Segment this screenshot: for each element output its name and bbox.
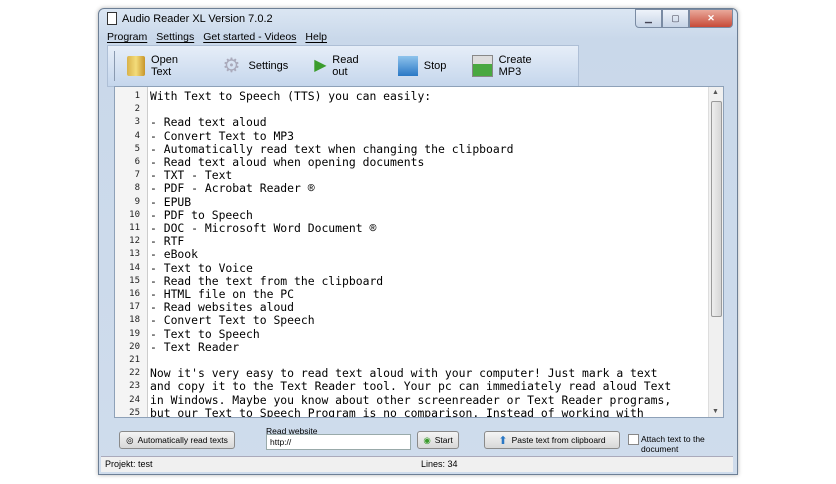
attach-text-label: Attach text to the document: [641, 434, 705, 454]
read-out-button[interactable]: ▶ Read out: [314, 54, 372, 78]
attach-text-checkbox[interactable]: [628, 434, 639, 445]
toolbar: Open Text ⚙ Settings ▶ Read out Stop Creat…: [107, 45, 579, 87]
line-number: 21: [129, 355, 140, 365]
text-line: - Text to Speech: [150, 326, 260, 341]
scrollbar-thumb[interactable]: [711, 101, 722, 317]
line-number: 11: [129, 223, 140, 233]
line-number: 9: [134, 196, 140, 207]
title-bar: Audio Reader XL Version 7.0.2: [107, 12, 273, 25]
status-bar: Projekt: test Lines: 34: [101, 456, 733, 472]
text-line: and copy it to the Text Reader tool. You…: [150, 379, 672, 394]
mp3-icon: [472, 55, 493, 77]
line-number: 22: [129, 368, 140, 379]
line-number: 4: [134, 130, 140, 141]
window-title: Audio Reader XL Version 7.0.2: [122, 12, 273, 25]
line-number: 5: [134, 143, 140, 154]
minimize-button[interactable]: ▁: [635, 9, 662, 28]
open-text-button[interactable]: Open Text: [126, 54, 197, 78]
start-button[interactable]: ◉ Start: [417, 431, 459, 449]
line-number: 14: [129, 262, 140, 273]
line-number: 19: [129, 328, 140, 339]
line-number: 6: [134, 157, 140, 167]
text-line: - Automatically read text when changing …: [150, 141, 514, 156]
text-line: - Text Reader: [150, 339, 240, 354]
line-number: 13: [129, 249, 140, 260]
stop-button[interactable]: Stop: [397, 56, 446, 76]
bottom-panel: ◎ Automatically read texts Read website h…: [107, 419, 735, 454]
line-number: 23: [129, 381, 140, 392]
play-icon: ▶: [314, 57, 327, 74]
line-number: 24: [129, 394, 140, 405]
text-line: - Convert Text to MP3: [150, 128, 295, 143]
menu-help[interactable]: Help: [305, 31, 327, 43]
text-line: With Text to Speech (TTS) you can easily…: [150, 89, 432, 103]
text-line: - TXT - Text: [150, 168, 233, 183]
line-number: 15: [129, 275, 140, 286]
line-number: 17: [129, 302, 140, 313]
text-line: - eBook: [150, 247, 199, 262]
scroll-down-arrow[interactable]: ▼: [712, 408, 719, 415]
line-number: 3: [134, 117, 140, 128]
text-line: Now it's very easy to read text aloud wi…: [150, 366, 658, 381]
text-line: - Read the text from the clipboard: [150, 273, 384, 288]
line-number: 8: [134, 183, 140, 194]
books-icon: [126, 56, 146, 76]
line-number: 12: [129, 236, 140, 247]
maximize-button[interactable]: ▢: [662, 9, 689, 28]
up-arrow-icon: ⬆: [498, 434, 508, 447]
auto-read-button[interactable]: ◎ Automatically read texts: [119, 431, 235, 449]
line-number: 1: [134, 91, 140, 101]
create-mp3-button[interactable]: Create MP3: [472, 54, 552, 78]
text-editor[interactable]: 1 With Text to Speech (TTS) you can easil…: [114, 86, 724, 418]
scroll-up-arrow[interactable]: ▲: [712, 89, 719, 96]
line-number: 18: [129, 315, 140, 326]
refresh-icon: ◉: [423, 434, 431, 445]
line-number: 2: [134, 104, 140, 115]
menu-get-started[interactable]: Get started - Videos: [203, 31, 296, 43]
text-line: - Text to Voice: [150, 260, 253, 275]
app-window: Audio Reader XL Version 7.0.2 ▁ ▢ ✕ Prog…: [98, 8, 738, 475]
settings-button[interactable]: ⚙ Settings: [223, 56, 289, 76]
text-line: but our Text to Speech Program is no com…: [150, 405, 644, 418]
text-line: - RTF: [150, 234, 185, 249]
app-icon: [107, 12, 117, 25]
line-number: 10: [129, 209, 140, 220]
text-line: - PDF - Acrobat Reader ®: [150, 181, 315, 196]
vertical-scrollbar[interactable]: ▲ ▼: [708, 87, 723, 417]
speaker-icon: ◎: [126, 434, 134, 445]
project-status: Projekt: test: [105, 459, 153, 469]
toolbar-grip[interactable]: [114, 51, 117, 81]
paste-clipboard-button[interactable]: ⬆ Paste text from clipboard: [484, 431, 620, 449]
website-input[interactable]: http://: [266, 434, 411, 450]
line-number: 20: [129, 341, 140, 352]
text-line: - Read text aloud: [150, 115, 267, 130]
text-line: - Convert Text to Speech: [150, 313, 315, 328]
line-number: 16: [129, 289, 140, 299]
menu-bar: Program Settings Get started - Videos He…: [107, 31, 327, 43]
text-line: - PDF to Speech: [150, 207, 253, 222]
gear-icon: ⚙: [222, 55, 241, 77]
text-line: in Windows. Maybe you know about other s…: [150, 392, 672, 407]
stop-icon: [397, 56, 418, 76]
line-number: 7: [134, 170, 140, 181]
close-button[interactable]: ✕: [689, 9, 733, 28]
text-line: - Read websites aloud: [150, 300, 295, 315]
menu-settings[interactable]: Settings: [156, 31, 194, 43]
menu-program[interactable]: Program: [107, 31, 147, 43]
lines-status: Lines: 34: [421, 459, 458, 469]
line-number: 25: [129, 407, 140, 418]
text-line: - EPUB: [150, 194, 192, 209]
